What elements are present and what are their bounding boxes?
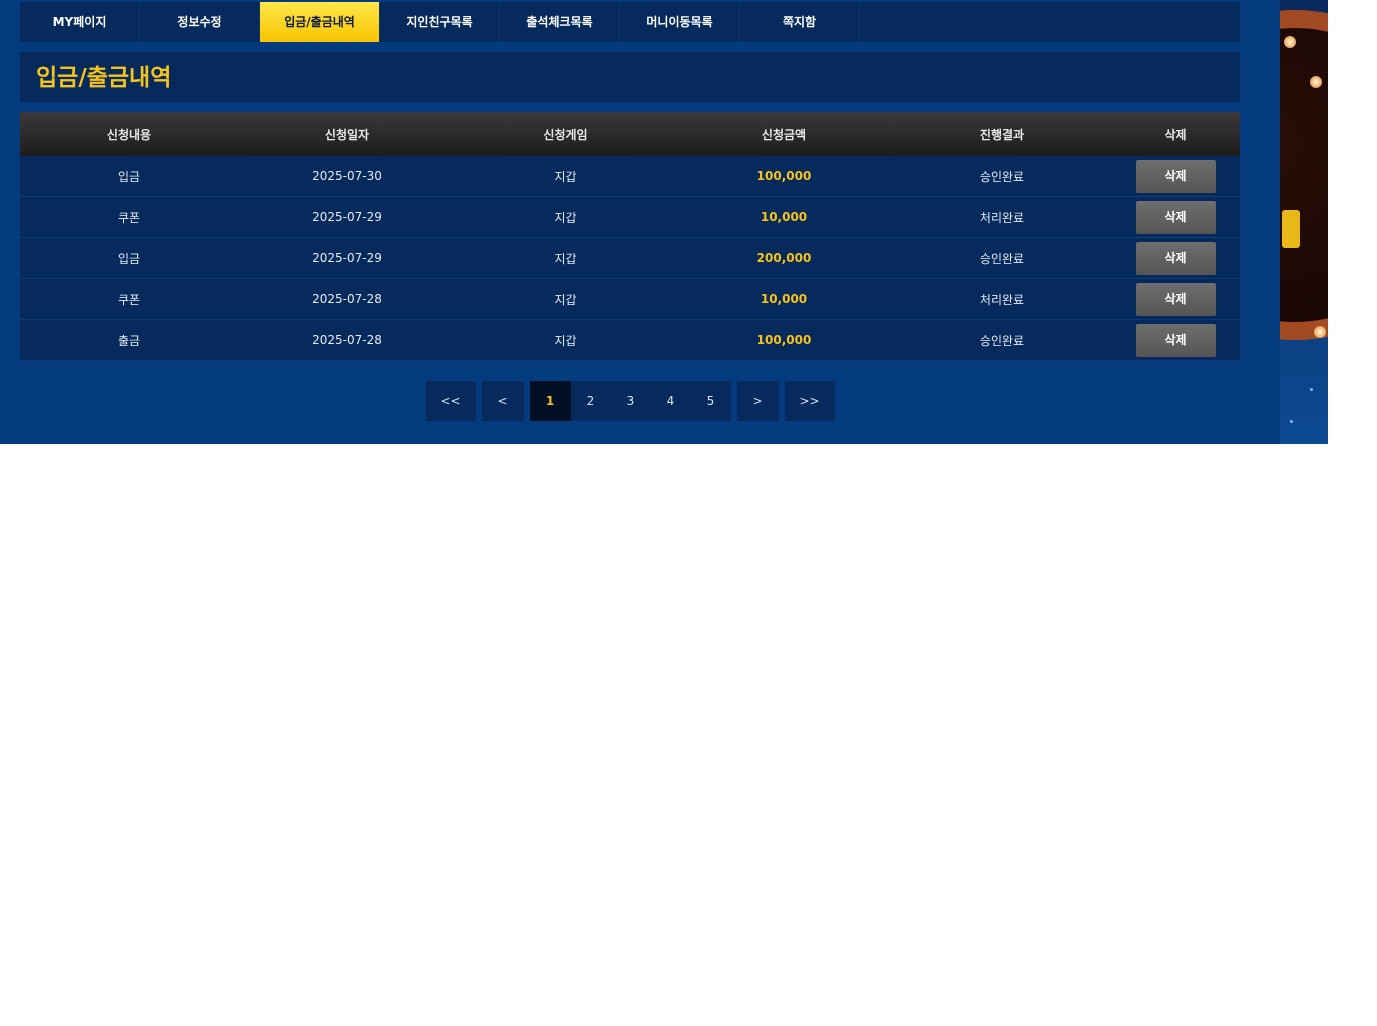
last-page-button[interactable]: >>: [784, 381, 835, 421]
table-row: 출금 2025-07-28 지갑 100,000 승인완료 삭제: [20, 319, 1240, 361]
header-request-type: 신청내용: [20, 112, 238, 156]
cell-delete: 삭제: [1111, 237, 1240, 279]
page-number-current[interactable]: 1: [529, 381, 571, 421]
cell-request-type: 쿠폰: [20, 278, 238, 320]
light-bulb-decoration: [1314, 326, 1326, 338]
cell-status: 승인완료: [893, 319, 1111, 361]
page-number[interactable]: 3: [611, 381, 651, 421]
decorative-background-art: [1280, 0, 1328, 444]
header-delete: 삭제: [1111, 112, 1240, 156]
header-request-game: 신청게임: [456, 112, 675, 156]
cell-request-type: 출금: [20, 319, 238, 361]
cell-request-date: 2025-07-29: [238, 237, 456, 279]
cell-request-type: 입금: [20, 237, 238, 279]
prev-page-button[interactable]: <: [481, 381, 524, 421]
page-title-bar: 입금/출금내역: [20, 52, 1240, 102]
cell-request-type: 입금: [20, 156, 238, 197]
history-table-container: 신청내용 신청일자 신청게임 신청금액 진행결과 삭제 입금 2025-07-3…: [20, 112, 1240, 361]
tab-referral-list[interactable]: 지인친구목록: [380, 2, 500, 42]
tab-attendance-list[interactable]: 출석체크목록: [500, 2, 620, 42]
cell-status: 승인완료: [893, 237, 1111, 279]
light-bulb-decoration: [1310, 76, 1322, 88]
cell-status: 승인완료: [893, 156, 1111, 197]
header-request-amount: 신청금액: [675, 112, 893, 156]
header-status: 진행결과: [893, 112, 1111, 156]
tab-message-box[interactable]: 쪽지함: [740, 2, 860, 42]
history-table: 신청내용 신청일자 신청게임 신청금액 진행결과 삭제 입금 2025-07-3…: [20, 112, 1240, 361]
delete-button[interactable]: 삭제: [1135, 200, 1216, 234]
tab-money-transfer-list[interactable]: 머니이동목록: [620, 2, 740, 42]
star-decoration: [1310, 388, 1313, 391]
tab-edit-info[interactable]: 정보수정: [140, 2, 260, 42]
cell-request-game: 지갑: [456, 156, 675, 197]
light-bulb-decoration: [1284, 36, 1296, 48]
cell-status: 처리완료: [893, 196, 1111, 238]
cell-delete: 삭제: [1111, 319, 1240, 361]
cell-request-amount: 10,000: [675, 196, 893, 238]
cell-delete: 삭제: [1111, 278, 1240, 320]
cell-request-type: 쿠폰: [20, 196, 238, 238]
cell-request-amount: 100,000: [675, 319, 893, 361]
next-page-button[interactable]: >: [736, 381, 779, 421]
page-title: 입금/출금내역: [36, 65, 172, 91]
cell-delete: 삭제: [1111, 156, 1240, 197]
tab-mypage[interactable]: MY페이지: [20, 2, 140, 42]
cell-request-date: 2025-07-30: [238, 156, 456, 197]
delete-button[interactable]: 삭제: [1135, 241, 1216, 275]
cell-status: 처리완료: [893, 278, 1111, 320]
cell-request-game: 지갑: [456, 319, 675, 361]
table-row: 쿠폰 2025-07-28 지갑 10,000 처리완료 삭제: [20, 278, 1240, 320]
page-number-group: 1 2 3 4 5: [529, 381, 731, 421]
cell-delete: 삭제: [1111, 196, 1240, 238]
delete-button[interactable]: 삭제: [1135, 323, 1216, 357]
delete-button[interactable]: 삭제: [1135, 282, 1216, 316]
mypage-tab-bar: MY페이지 정보수정 입금/출금내역 지인친구목록 출석체크목록 머니이동목록 …: [20, 2, 1240, 42]
header-request-date: 신청일자: [238, 112, 456, 156]
cell-request-amount: 10,000: [675, 278, 893, 320]
cell-request-game: 지갑: [456, 237, 675, 279]
roulette-wheel-decoration: [1280, 10, 1328, 340]
tab-deposit-withdraw-history[interactable]: 입금/출금내역: [260, 2, 380, 42]
first-page-button[interactable]: <<: [425, 381, 476, 421]
page-number[interactable]: 5: [691, 381, 731, 421]
table-row: 입금 2025-07-29 지갑 200,000 승인완료 삭제: [20, 237, 1240, 279]
page-number[interactable]: 4: [651, 381, 691, 421]
cell-request-date: 2025-07-28: [238, 278, 456, 320]
cell-request-game: 지갑: [456, 196, 675, 238]
page-number[interactable]: 2: [571, 381, 611, 421]
delete-button[interactable]: 삭제: [1135, 159, 1216, 193]
table-row: 쿠폰 2025-07-29 지갑 10,000 처리완료 삭제: [20, 196, 1240, 238]
table-header-row: 신청내용 신청일자 신청게임 신청금액 진행결과 삭제: [20, 112, 1240, 156]
cell-request-game: 지갑: [456, 278, 675, 320]
cell-request-date: 2025-07-28: [238, 319, 456, 361]
star-decoration: [1290, 420, 1293, 423]
pagination: << < 1 2 3 4 5 > >>: [0, 381, 1260, 421]
cell-request-amount: 200,000: [675, 237, 893, 279]
table-row: 입금 2025-07-30 지갑 100,000 승인완료 삭제: [20, 156, 1240, 197]
cell-request-date: 2025-07-29: [238, 196, 456, 238]
page-background: MY페이지 정보수정 입금/출금내역 지인친구목록 출석체크목록 머니이동목록 …: [0, 0, 1328, 444]
gold-bar-decoration: [1282, 210, 1300, 248]
cell-request-amount: 100,000: [675, 156, 893, 197]
